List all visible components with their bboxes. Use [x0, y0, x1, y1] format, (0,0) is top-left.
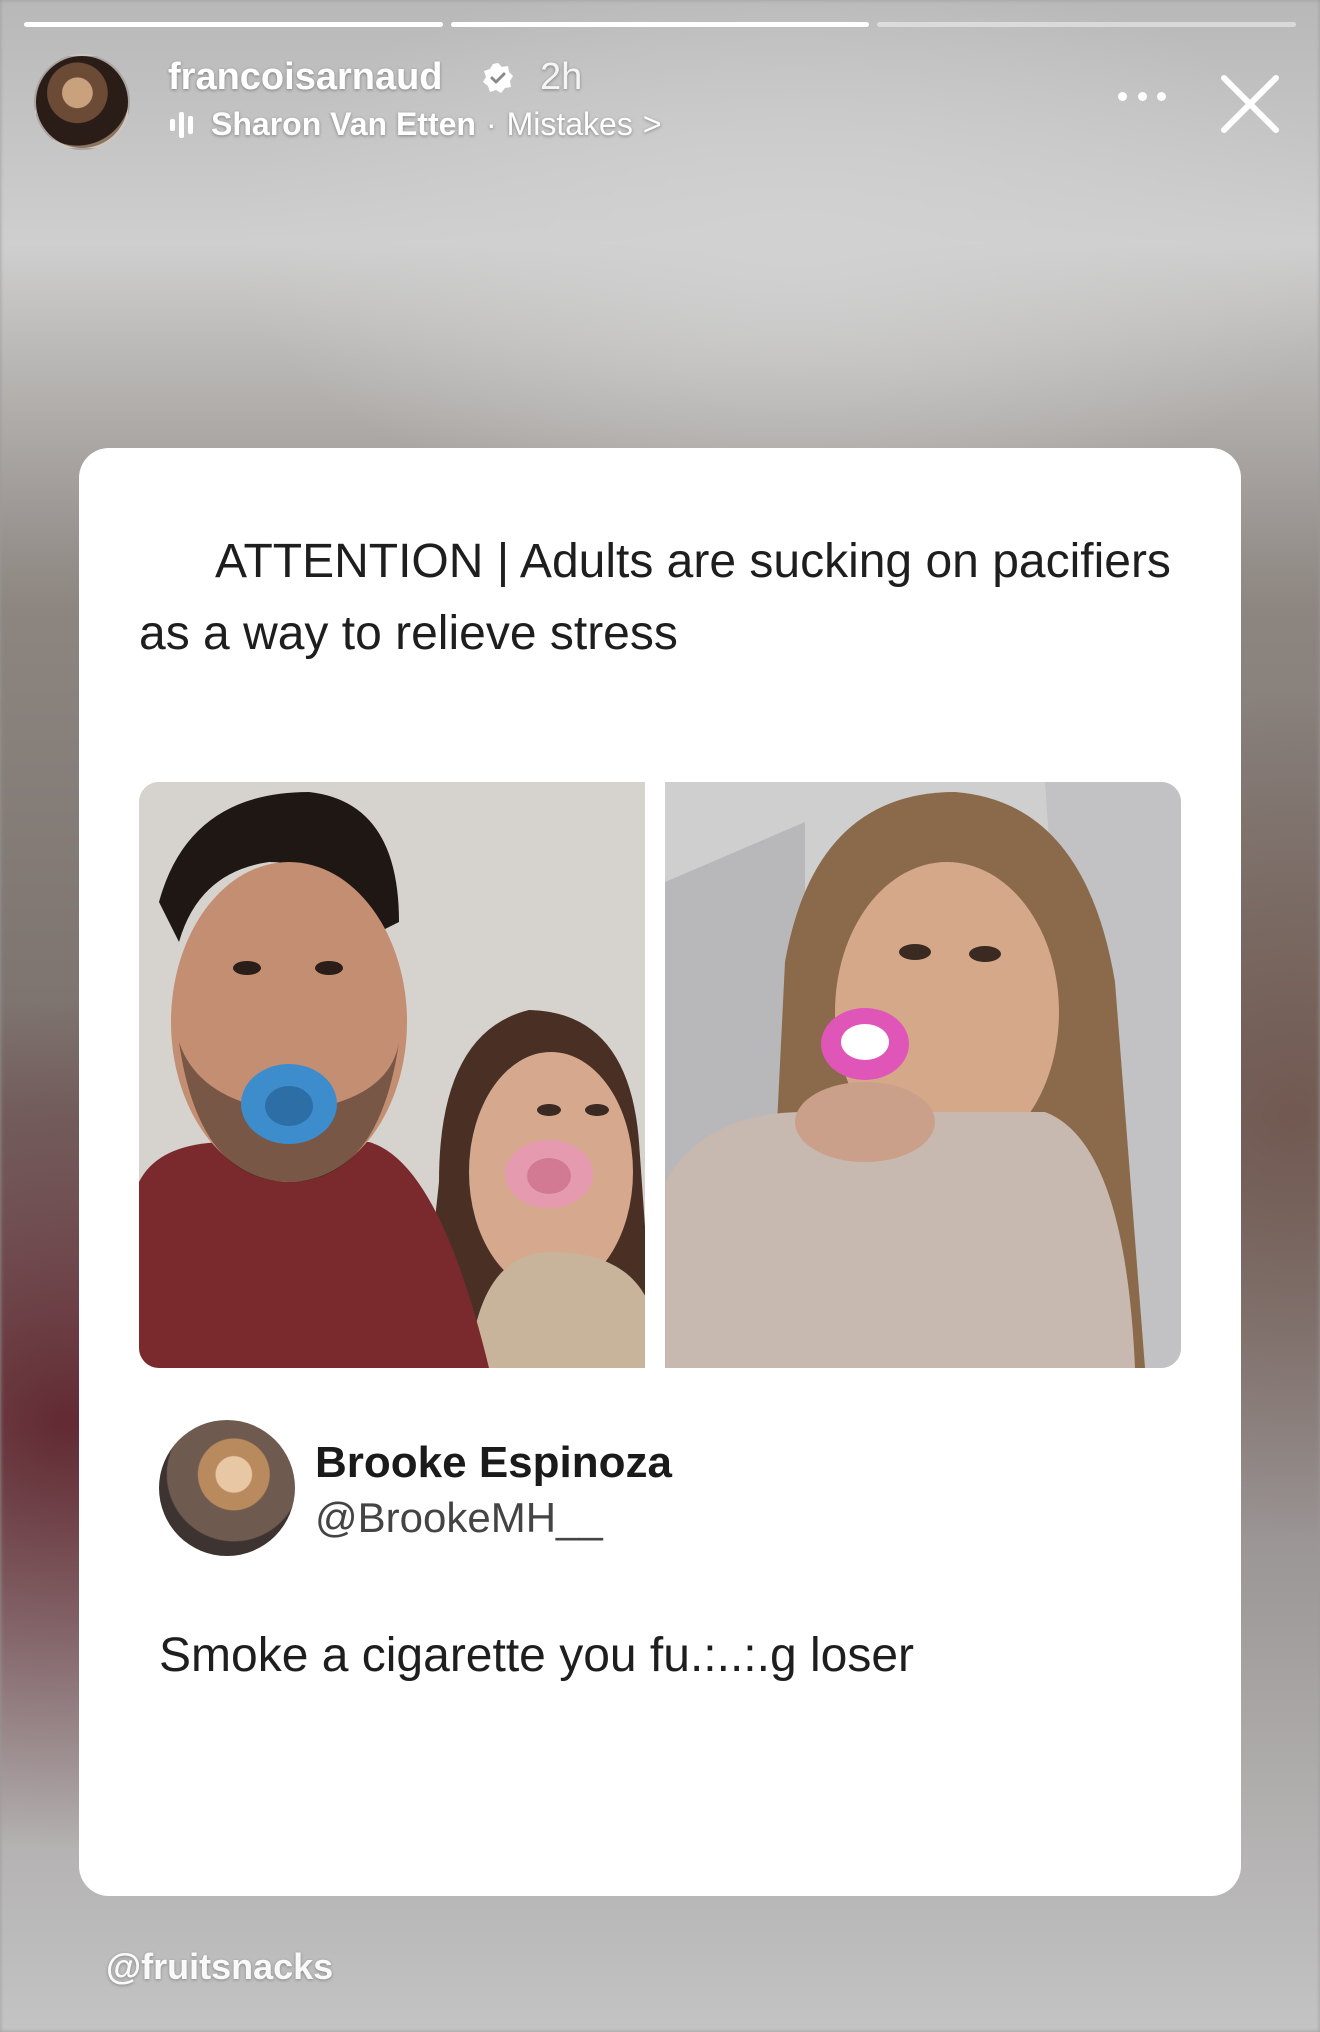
- story-header: francoisarnaud 2h Sharon Van Etten · Mis…: [34, 54, 1286, 154]
- audio-bars-icon: [170, 110, 193, 140]
- story-progress-bar: [24, 22, 1297, 27]
- post-headline: ATTENTION | Adults are sucking on pacifi…: [139, 535, 1171, 660]
- music-artist: Sharon Van Etten: [211, 106, 476, 142]
- chevron-right-icon: >: [642, 106, 662, 142]
- post-time: 2h: [540, 56, 583, 98]
- post-photos: [139, 782, 1181, 1368]
- close-icon[interactable]: [1218, 72, 1282, 136]
- photo-woman-pacifier-selfie: [665, 782, 1181, 1368]
- music-song: Mistakes: [506, 106, 633, 142]
- credit-mention[interactable]: @fruitsnacks: [106, 1946, 333, 1988]
- profile-avatar[interactable]: [34, 54, 130, 150]
- progress-segment: [450, 22, 870, 27]
- more-options-icon[interactable]: [1118, 92, 1166, 104]
- verified-badge-icon: [483, 63, 513, 93]
- music-attribution[interactable]: Sharon Van Etten · Mistakes >: [170, 106, 662, 143]
- username[interactable]: francoisarnaud: [168, 56, 443, 99]
- progress-segment: [877, 22, 1297, 27]
- tweet-author-handle: @BrookeMH__: [315, 1494, 603, 1541]
- progress-segment: [24, 22, 443, 27]
- tweet-avatar: [159, 1420, 295, 1556]
- photo-man-woman-pacifiers: [139, 782, 655, 1368]
- tweet-text: Smoke a cigarette you fu.:..:.g loser: [159, 1629, 915, 1682]
- music-separator: ·: [485, 106, 497, 142]
- tweet-author-name: Brooke Espinoza: [315, 1438, 672, 1487]
- repost-card: ATTENTION | Adults are sucking on pacifi…: [79, 448, 1241, 1896]
